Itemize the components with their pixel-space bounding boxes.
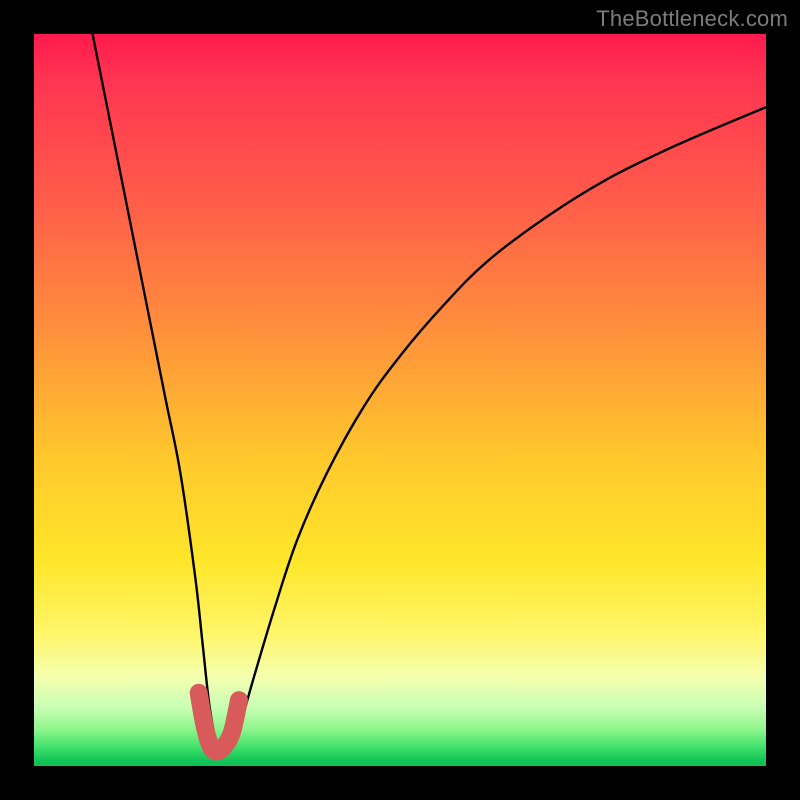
optimal-zone-highlight [199, 693, 239, 752]
plot-area [34, 34, 766, 766]
curve-svg [34, 34, 766, 766]
watermark-text: TheBottleneck.com [596, 6, 788, 32]
bottleneck-curve [93, 34, 766, 752]
chart-frame: TheBottleneck.com [0, 0, 800, 800]
